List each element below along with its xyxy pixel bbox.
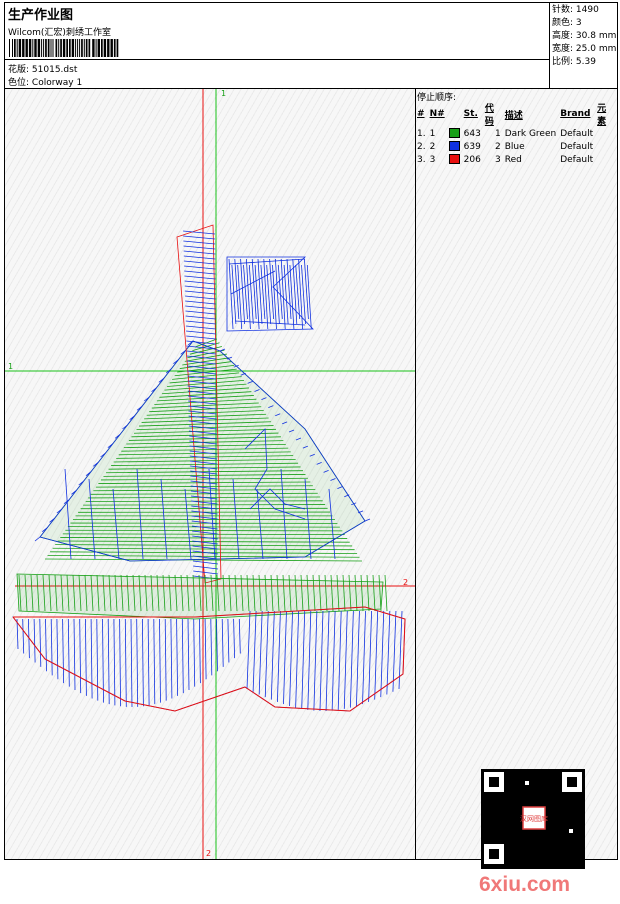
colorway-label: 色位: (8, 78, 29, 88)
row-index: 2. (417, 140, 430, 153)
table-header-row: # N# St. 代码 描述 Brand 元素 (417, 101, 617, 127)
axis-h2-label: 2 (403, 578, 408, 587)
watermark-text: 6xiu.com (479, 873, 570, 897)
design-value: 51015.dst (32, 65, 77, 75)
col-index: # (417, 101, 430, 127)
row-needle: 2 (430, 140, 449, 153)
color-swatch-box (449, 141, 460, 151)
embroidery-design-canvas[interactable]: 1 1 2 2 (5, 89, 415, 859)
header-separator (5, 59, 549, 60)
row-element (597, 127, 617, 140)
stat-colors: 颜色: 3 (552, 17, 616, 30)
col-swatch (449, 101, 464, 127)
row-needle: 1 (430, 127, 449, 140)
hull-green-band (17, 574, 387, 619)
sheet-title: 生产作业图 (8, 4, 73, 23)
stat-scale: 比例: 5.39 (552, 56, 616, 69)
col-element: 元素 (597, 101, 617, 127)
barcode-image (9, 39, 121, 57)
row-element (597, 140, 617, 153)
design-label: 花版: (8, 65, 29, 75)
color-swatch-box (449, 154, 460, 164)
col-brand: Brand (560, 101, 597, 127)
row-needle: 3 (430, 153, 449, 166)
worksheet-body: 1 1 2 2 (4, 88, 618, 860)
stat-width: 宽度: 25.0 mm (552, 43, 616, 56)
colorway-value: Colorway 1 (32, 78, 82, 88)
watermark: 汉网图库 6xiu.com (473, 769, 593, 904)
axis-v2-label: 2 (206, 849, 211, 858)
color-swatch (449, 127, 464, 140)
axis-h1-label: 1 (8, 362, 13, 371)
row-stitches: 206 (464, 153, 485, 166)
col-description: 描述 (505, 101, 560, 127)
table-row[interactable]: 1.16431Dark GreenDefault (417, 127, 617, 140)
row-description: Dark Green (505, 127, 560, 140)
row-description: Blue (505, 140, 560, 153)
stop-sequence-table: # N# St. 代码 描述 Brand 元素 1.16431Dark Gree… (417, 101, 617, 166)
table-row[interactable]: 3.32063RedDefault (417, 153, 617, 166)
row-element (597, 153, 617, 166)
row-code: 2 (485, 140, 505, 153)
panel-divider (415, 89, 416, 859)
row-brand: Default (560, 153, 597, 166)
row-stitches: 643 (464, 127, 485, 140)
axis-v1-label: 1 (221, 89, 226, 98)
company-name: Wilcom(汇宏)刺绣工作室 (8, 25, 111, 38)
color-swatch (449, 153, 464, 166)
design-file: 花版: 51015.dst (8, 62, 77, 75)
row-index: 3. (417, 153, 430, 166)
stat-height: 高度: 30.8 mm (552, 30, 616, 43)
row-brand: Default (560, 140, 597, 153)
row-index: 1. (417, 127, 430, 140)
col-needle: N# (430, 101, 449, 127)
design-stats: 针数: 1490 颜色: 3 高度: 30.8 mm 宽度: 25.0 mm 比… (552, 4, 616, 69)
col-code: 代码 (485, 101, 505, 127)
hull-blue (13, 607, 405, 711)
production-sheet-header: 生产作业图 Wilcom(汇宏)刺绣工作室 花版: 51015.dst 色位: … (4, 2, 618, 89)
stat-stitches: 针数: 1490 (552, 4, 616, 17)
row-code: 3 (485, 153, 505, 166)
row-description: Red (505, 153, 560, 166)
color-swatch (449, 140, 464, 153)
qr-code-image: 汉网图库 (481, 769, 585, 869)
flag-blue (227, 257, 313, 331)
row-stitches: 639 (464, 140, 485, 153)
watermark-badge: 汉网图库 (520, 814, 548, 823)
table-row[interactable]: 2.26392BlueDefault (417, 140, 617, 153)
color-swatch-box (449, 128, 460, 138)
colorway: 色位: Colorway 1 (8, 75, 82, 88)
row-brand: Default (560, 127, 597, 140)
header-divider (549, 3, 550, 88)
row-code: 1 (485, 127, 505, 140)
col-stitches: St. (464, 101, 485, 127)
